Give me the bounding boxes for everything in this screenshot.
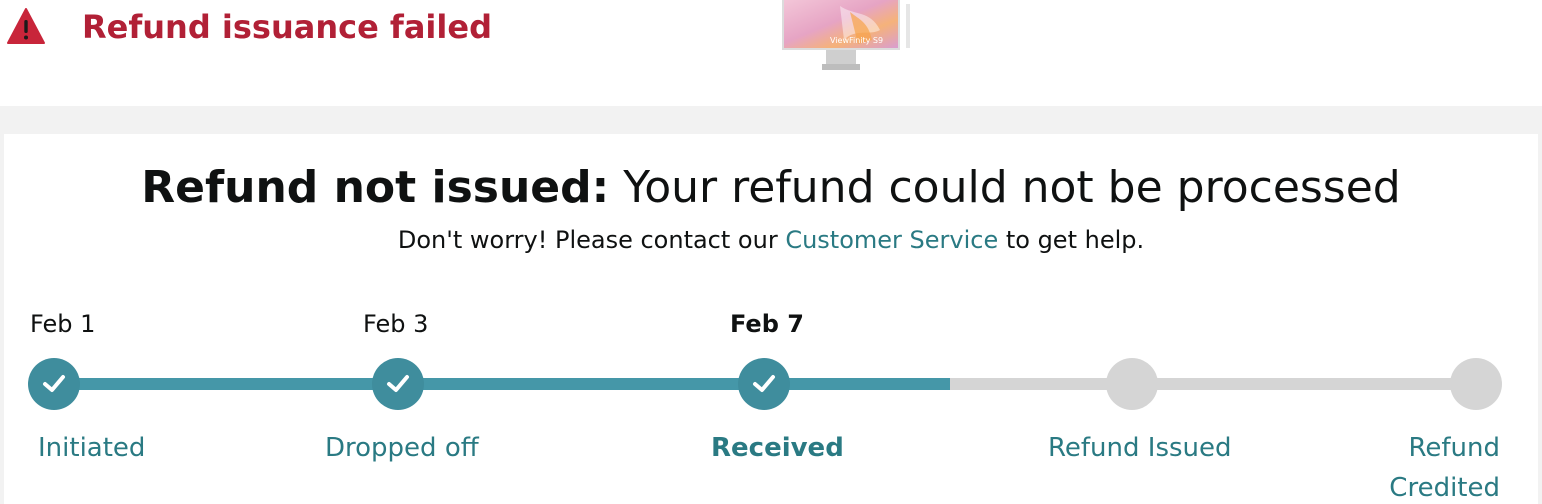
step-node-initiated — [28, 358, 80, 410]
step-node-refund-issued — [1106, 358, 1158, 410]
step-label-refund-issued[interactable]: Refund Issued — [1048, 428, 1232, 468]
progress-track-pending — [950, 378, 1476, 390]
subline-text-before: Don't worry! Please contact our — [397, 226, 786, 254]
headline-text: Your refund could not be processed — [609, 162, 1401, 213]
product-brand-text: ViewFinity S9 — [830, 36, 883, 45]
subline-text-after: to get help. — [998, 226, 1145, 254]
step-node-received — [738, 358, 790, 410]
step-node-refund-credited — [1450, 358, 1502, 410]
step-label-refund-credited[interactable]: Refund Credited — [1368, 428, 1500, 504]
headline-bold: Refund not issued: — [141, 162, 610, 213]
checkmark-icon — [387, 375, 409, 392]
alert-title: Refund issuance failed — [82, 8, 492, 46]
warning-triangle-icon — [7, 8, 45, 44]
refund-status-headline: Refund not issued: Your refund could not… — [0, 158, 1542, 218]
product-image[interactable]: ViewFinity S9 — [780, 0, 914, 76]
alert-banner: Refund issuance failed — [0, 0, 1542, 106]
step-label-received[interactable]: Received — [711, 428, 844, 468]
step-date-received: Feb 7 — [730, 310, 804, 338]
progress-track-complete — [54, 378, 950, 390]
step-date-initiated: Feb 1 — [30, 310, 96, 338]
customer-service-link[interactable]: Customer Service — [785, 226, 998, 254]
step-node-dropped-off — [372, 358, 424, 410]
step-label-initiated[interactable]: Initiated — [38, 428, 145, 468]
checkmark-icon — [43, 375, 65, 392]
step-date-dropped-off: Feb 3 — [363, 310, 429, 338]
checkmark-icon — [753, 375, 775, 392]
step-label-dropped-off[interactable]: Dropped off — [325, 428, 479, 468]
refund-status-subline: Don't worry! Please contact our Customer… — [0, 222, 1542, 258]
